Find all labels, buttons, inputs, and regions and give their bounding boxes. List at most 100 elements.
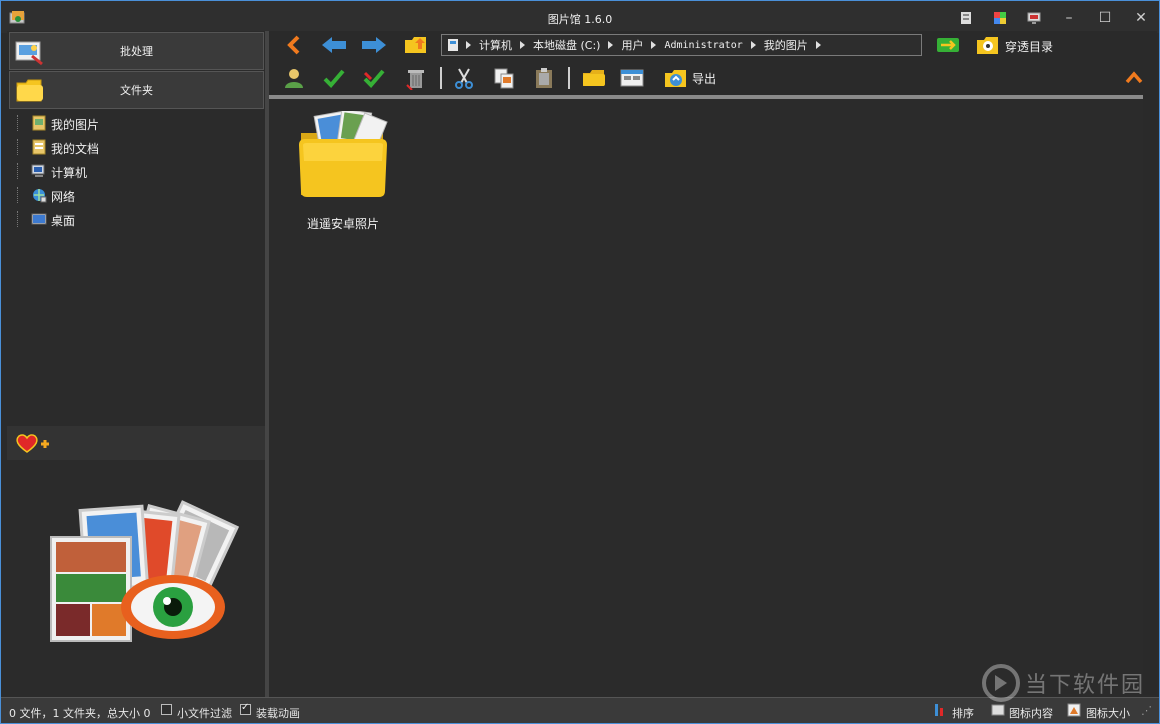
check-icon xyxy=(323,69,345,88)
close-button[interactable]: ✕ xyxy=(1123,7,1159,29)
folder-up-icon xyxy=(405,37,426,53)
back-button[interactable] xyxy=(321,34,347,56)
left-panel: 批处理 文件夹 我的图片 我的文档 计算机 网络 桌面 xyxy=(7,31,265,695)
desktop-icon xyxy=(31,213,47,225)
breadcrumb-computer[interactable]: 计算机 xyxy=(479,37,512,53)
select-all-button[interactable] xyxy=(321,67,347,89)
maximize-button[interactable]: ☐ xyxy=(1087,7,1123,29)
back-orange-button[interactable] xyxy=(281,34,307,56)
up-folder-button[interactable] xyxy=(403,34,429,56)
scissors-icon xyxy=(455,68,473,89)
new-folder-button[interactable] xyxy=(581,67,607,89)
app-logo-image xyxy=(50,500,239,642)
location-icon xyxy=(448,39,458,51)
folder-item-label: 逍遥安卓照片 xyxy=(306,217,379,231)
tree-line xyxy=(17,211,18,227)
user-button[interactable] xyxy=(281,67,307,89)
breadcrumb-local-disk[interactable]: 本地磁盘 (C:) xyxy=(533,37,600,53)
title-bar: 图片馆 1.6.0 – ☐ ✕ xyxy=(1,1,1159,33)
tree-line xyxy=(17,115,18,131)
breadcrumb-separator-icon xyxy=(815,41,821,49)
load-animation-checkbox[interactable] xyxy=(240,702,251,715)
user-icon xyxy=(285,69,303,88)
tree-item-label: 我的文档 xyxy=(51,142,100,156)
folder-item[interactable]: 逍遥安卓照片 xyxy=(291,111,395,231)
copy-icon xyxy=(494,68,514,89)
tree-item-desktop[interactable]: 桌面 xyxy=(7,207,265,231)
refresh-button[interactable] xyxy=(935,34,961,56)
watermark: 当下软件园 xyxy=(981,661,1151,705)
file-grid: 逍遥安卓照片 xyxy=(269,99,1143,695)
icon-content-label[interactable]: 图标内容 xyxy=(1009,705,1053,721)
cut-button[interactable] xyxy=(451,67,477,89)
computer-icon xyxy=(31,164,45,177)
load-animation-label[interactable]: 装载动画 xyxy=(256,705,300,721)
breadcrumb-separator-icon xyxy=(466,41,471,49)
navigation-bar: 计算机 本地磁盘 (C:) 用户 Administrator 我的图片 穿透目录 xyxy=(269,31,1157,61)
breadcrumb-separator-icon xyxy=(651,41,657,49)
tree-item-computer[interactable]: 计算机 xyxy=(7,159,265,183)
folder-icon xyxy=(583,70,605,86)
status-summary: 0 文件，1 文件夹，总大小 0 xyxy=(9,707,151,720)
arrow-left-icon xyxy=(322,37,346,53)
tree-item-my-documents[interactable]: 我的文档 xyxy=(7,135,265,159)
small-file-filter-label[interactable]: 小文件过滤 xyxy=(177,705,232,721)
check-invert-icon xyxy=(363,69,385,88)
address-bar[interactable]: 计算机 本地磁盘 (C:) 用户 Administrator 我的图片 xyxy=(441,34,922,56)
breadcrumb-administrator[interactable]: Administrator xyxy=(664,40,742,51)
favorites-bar xyxy=(7,426,265,460)
resize-grip-icon[interactable]: ⋰ xyxy=(1141,704,1152,717)
invert-selection-button[interactable] xyxy=(361,67,387,89)
breadcrumb-my-pictures[interactable]: 我的图片 xyxy=(764,37,808,53)
paste-button[interactable] xyxy=(531,67,557,89)
refresh-icon xyxy=(937,38,959,52)
chevron-up-icon xyxy=(1125,71,1143,84)
clipboard-icon xyxy=(536,68,552,88)
export-icon xyxy=(665,70,686,87)
collapse-toolbar-button[interactable] xyxy=(1121,67,1147,89)
folder-button[interactable]: 文件夹 xyxy=(9,71,264,109)
skin-icon[interactable] xyxy=(959,11,973,25)
delete-button[interactable] xyxy=(403,67,429,90)
color-palette-icon[interactable] xyxy=(993,11,1007,25)
breadcrumb-users[interactable]: 用户 xyxy=(621,37,643,53)
tree-line xyxy=(17,187,18,203)
minimize-button[interactable]: – xyxy=(1051,7,1087,29)
tree-item-label: 桌面 xyxy=(51,214,76,228)
export-button[interactable] xyxy=(663,67,689,89)
through-dir-label[interactable]: 穿透目录 xyxy=(1005,38,1053,55)
icon-size-icon[interactable] xyxy=(1067,703,1081,717)
tree-item-my-pictures[interactable]: 我的图片 xyxy=(7,111,265,135)
folder-icon xyxy=(16,79,43,102)
chevron-left-icon xyxy=(287,35,300,55)
batch-process-icon xyxy=(15,41,43,66)
tree-item-network[interactable]: 网络 xyxy=(7,183,265,207)
sort-label[interactable]: 排序 xyxy=(952,705,974,721)
batch-process-button[interactable]: 批处理 xyxy=(9,32,264,70)
tree-item-label: 计算机 xyxy=(51,166,88,180)
copy-button[interactable] xyxy=(491,67,517,89)
small-file-filter-checkbox[interactable] xyxy=(161,704,172,715)
documents-folder-icon xyxy=(32,139,46,155)
view-button[interactable] xyxy=(619,67,645,89)
arrow-right-icon xyxy=(362,37,386,53)
export-label[interactable]: 导出 xyxy=(692,70,716,87)
tree-item-label: 我的图片 xyxy=(51,118,100,132)
toolbar-separator xyxy=(440,67,442,89)
watermark-logo-icon xyxy=(982,664,1020,702)
forward-button[interactable] xyxy=(361,34,387,56)
batch-process-label: 批处理 xyxy=(120,45,153,58)
icon-content-icon[interactable] xyxy=(991,703,1005,717)
sort-icon[interactable] xyxy=(933,703,947,717)
tree-line xyxy=(17,139,18,155)
app-window: 图片馆 1.6.0 – ☐ ✕ 批处理 文件夹 我的图片 我的文档 计算机 网络… xyxy=(0,0,1160,724)
add-favorite-icon[interactable] xyxy=(13,432,51,456)
tree-item-label: 网络 xyxy=(51,190,76,204)
monitor-icon[interactable] xyxy=(1027,11,1041,25)
icon-size-label[interactable]: 图标大小 xyxy=(1086,705,1130,721)
through-dir-icon xyxy=(977,37,998,54)
folder-tree: 我的图片 我的文档 计算机 网络 桌面 xyxy=(7,111,265,231)
through-dir-button[interactable] xyxy=(975,34,1001,56)
window-view-icon xyxy=(620,69,644,87)
folder-label: 文件夹 xyxy=(120,84,153,97)
